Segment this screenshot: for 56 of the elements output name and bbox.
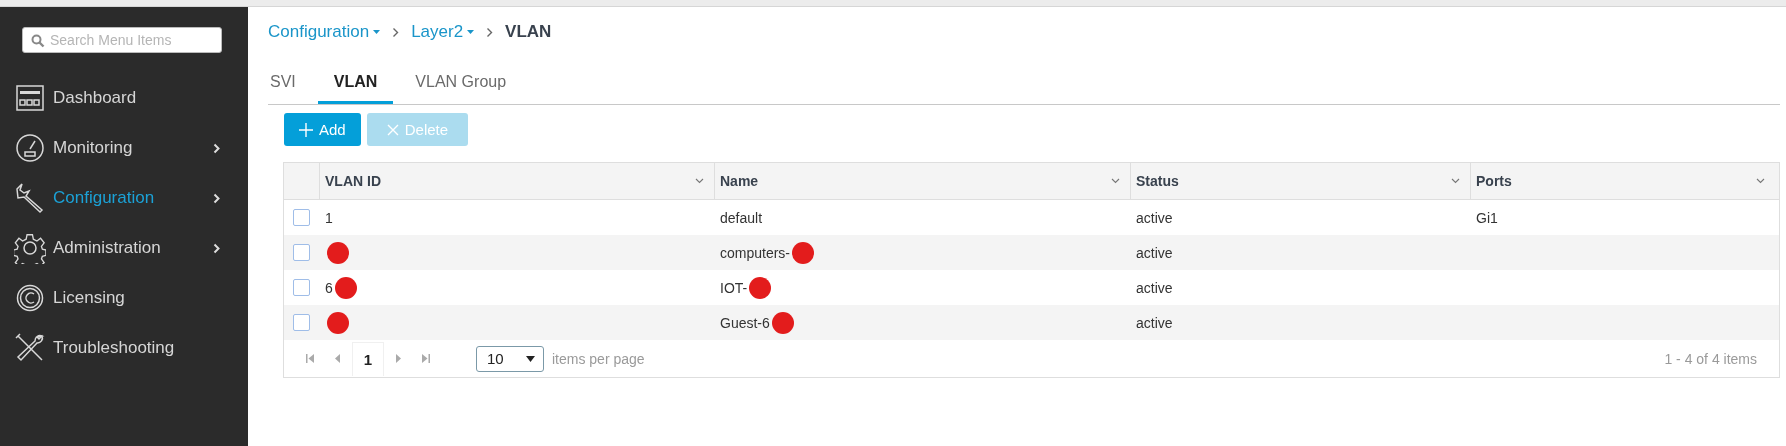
gear-icon: [14, 232, 46, 264]
table-cell: active: [1136, 244, 1173, 261]
column-header[interactable]: Status: [1136, 173, 1179, 189]
search-icon: [31, 34, 45, 48]
table-cell: active: [1136, 209, 1173, 226]
table-cell: active: [1136, 279, 1173, 296]
row-checkbox[interactable]: [293, 279, 310, 296]
menu-item[interactable]: Licensing: [53, 288, 220, 308]
column-header[interactable]: Ports: [1476, 173, 1512, 189]
chevron-right-icon: [486, 26, 494, 38]
menu-item[interactable]: Administration: [53, 238, 213, 258]
last-page-icon: [422, 354, 430, 363]
copyright-icon: [16, 284, 44, 312]
table-cell: IOT-: [720, 279, 748, 296]
caret-down-icon: [373, 30, 381, 34]
row-checkbox[interactable]: [293, 314, 310, 331]
table-cell: computers-: [720, 244, 791, 261]
row-checkbox[interactable]: [293, 209, 310, 226]
first-page-icon: [306, 354, 314, 363]
tab[interactable]: SVI: [270, 71, 312, 106]
table-cell: default: [720, 209, 763, 226]
chevron-right-icon: [392, 26, 400, 38]
wrench-icon: [14, 182, 46, 214]
search-field[interactable]: Search Menu Items: [22, 27, 222, 53]
dashboard-icon: [16, 85, 44, 111]
page-size-select[interactable]: 10: [476, 345, 544, 372]
previous-page-icon: [334, 354, 342, 363]
chevron-down-icon: [695, 178, 704, 184]
table-cell: active: [1136, 314, 1173, 331]
table-cell: Guest-6: [720, 314, 770, 331]
close-icon: [386, 123, 399, 136]
menu-item[interactable]: Configuration: [53, 188, 213, 208]
table-cell: 1: [325, 209, 333, 226]
page-title: VLAN: [505, 22, 552, 42]
table-cell: 6: [325, 279, 333, 296]
plus-icon: [299, 122, 313, 137]
tab[interactable]: VLAN Group: [399, 71, 523, 106]
caret-down-icon: [526, 355, 535, 362]
chevron-down-icon: [1451, 178, 1460, 184]
menu-item[interactable]: Dashboard: [53, 88, 220, 108]
column-header[interactable]: VLAN ID: [325, 173, 381, 189]
chevron-down-icon: [1111, 178, 1120, 184]
chevron-down-icon: [1756, 178, 1765, 184]
gauge-icon: [15, 133, 45, 163]
row-checkbox[interactable]: [293, 244, 310, 261]
tools-icon: [14, 332, 46, 364]
item-count: 1 - 4 of 4 items: [1664, 350, 1758, 367]
caret-down-icon: [467, 30, 475, 34]
current-page[interactable]: 1: [352, 341, 384, 376]
menu-item[interactable]: Troubleshooting: [53, 338, 220, 358]
table-cell: Gi1: [1476, 209, 1498, 226]
menu-item[interactable]: Monitoring: [53, 138, 213, 158]
page-size-label: items per page: [552, 350, 645, 367]
column-header[interactable]: Name: [720, 173, 759, 189]
tab[interactable]: VLAN: [317, 71, 394, 104]
next-page-icon: [394, 354, 402, 363]
